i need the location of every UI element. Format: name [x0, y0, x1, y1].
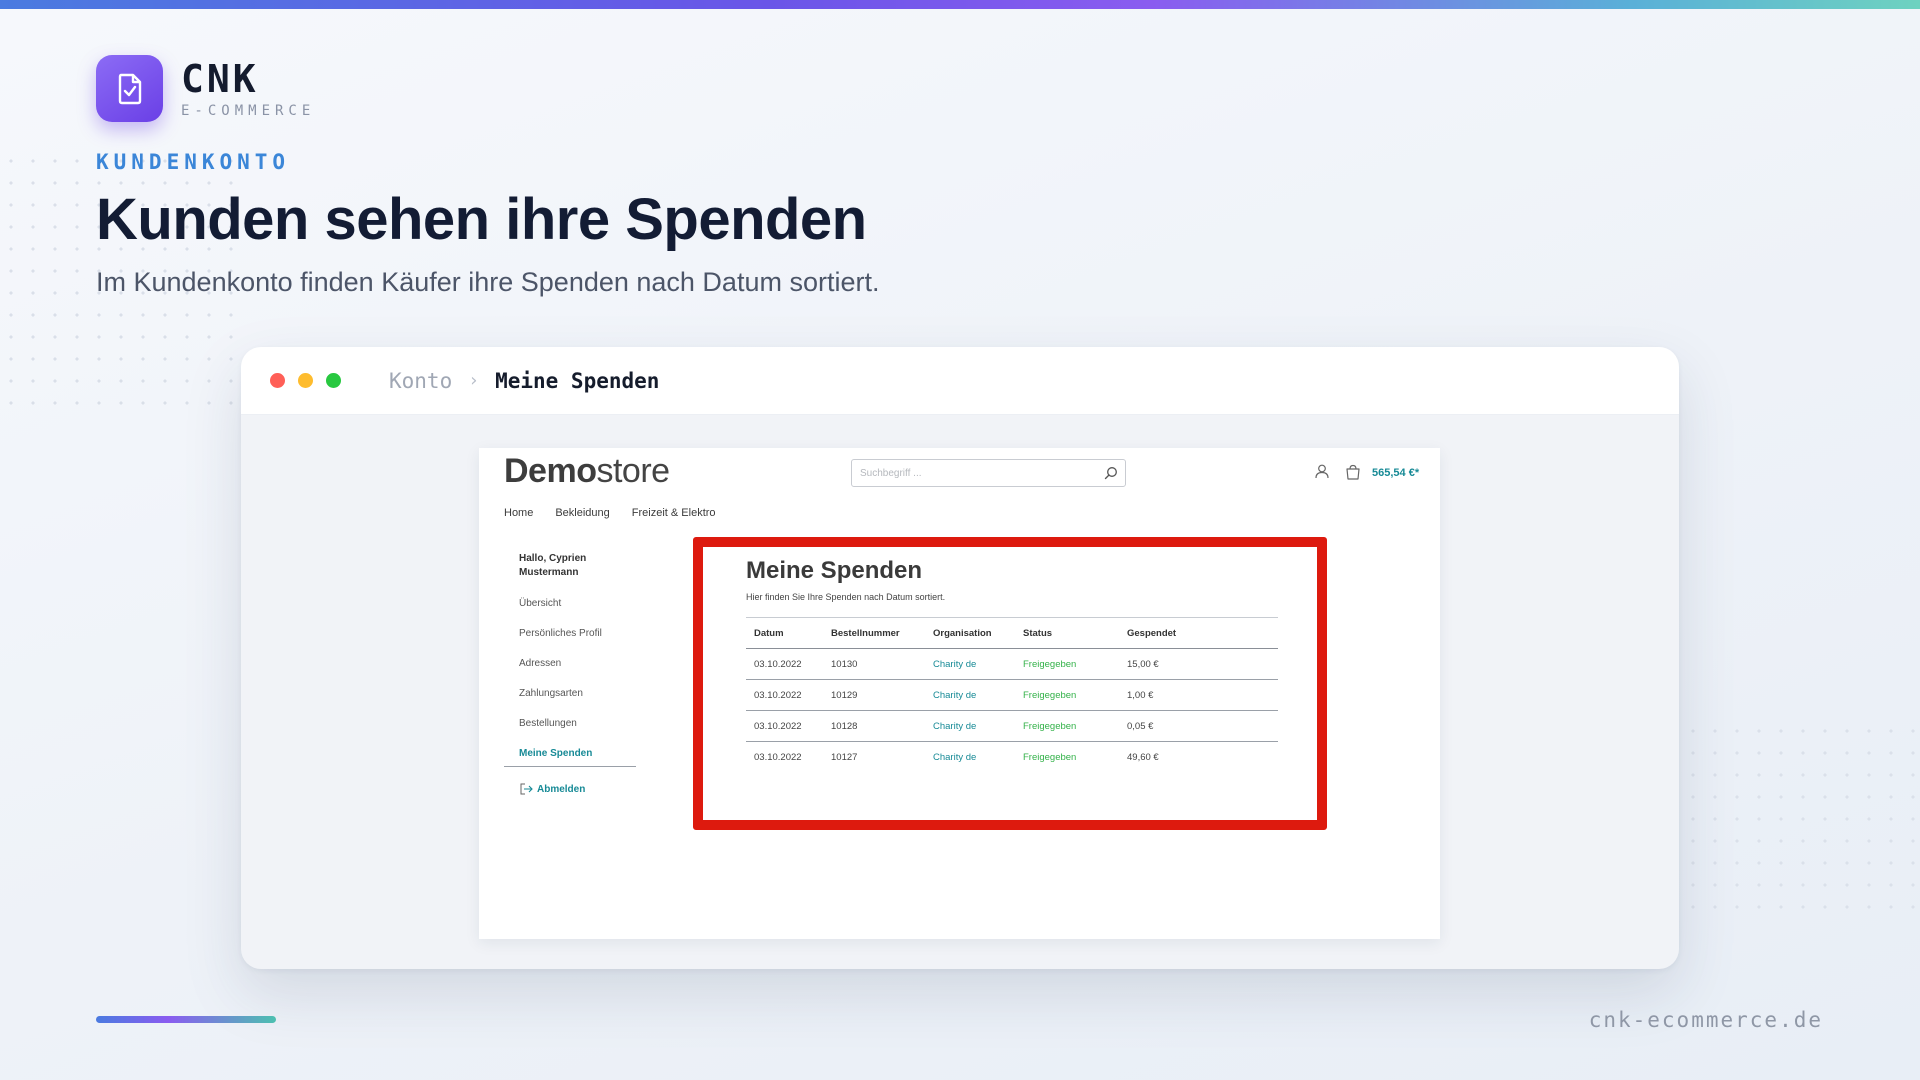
- page-title: Kunden sehen ihre Spenden: [96, 187, 867, 252]
- browser-window: Konto › Meine Spenden Demostore 565,54 €…: [241, 347, 1679, 969]
- cell-datum: 03.10.2022: [746, 648, 823, 680]
- column-header-organisation: Organisation: [925, 617, 1015, 649]
- cell-organisation-link[interactable]: Charity de: [925, 742, 1015, 773]
- breadcrumb: Konto › Meine Spenden: [389, 369, 659, 393]
- shop-logo-bold: Demo: [504, 452, 597, 490]
- column-header-datum: Datum: [746, 617, 823, 649]
- donations-subtitle: Hier finden Sie Ihre Spenden nach Datum …: [746, 592, 946, 602]
- table-row: 03.10.2022 10130 Charity de Freigegeben …: [746, 648, 1278, 680]
- cell-status: Freigegeben: [1015, 679, 1119, 711]
- breadcrumb-current: Meine Spenden: [495, 368, 660, 393]
- cell-status: Freigegeben: [1023, 751, 1077, 763]
- cell-gespendet: 0,05 €: [1119, 710, 1278, 742]
- logout-icon: [520, 783, 533, 795]
- breadcrumb-konto[interactable]: Konto: [389, 369, 452, 393]
- column-header-bestellnummer: Bestellnummer: [823, 617, 925, 649]
- nav-item-freizeit-elektro[interactable]: Freizeit & Elektro: [632, 507, 716, 519]
- cell-gespendet: 15,00 €: [1119, 648, 1278, 680]
- footer-gradient-bar: [96, 1016, 276, 1023]
- cell-bestellnummer: 10130: [823, 648, 925, 680]
- shop-page: Demostore 565,54 €* Home Bekleidung Frei…: [479, 448, 1440, 939]
- cell-status: Freigegeben: [1015, 648, 1119, 680]
- table-header-row: Datum Bestellnummer Organisation Status …: [746, 617, 1278, 649]
- brand-name: CNK: [181, 56, 259, 101]
- close-window-dot[interactable]: [270, 373, 285, 388]
- search-icon[interactable]: [1104, 466, 1118, 485]
- window-titlebar: Konto › Meine Spenden: [241, 347, 1679, 415]
- nav-item-home[interactable]: Home: [504, 507, 533, 519]
- search-input[interactable]: [860, 467, 1090, 479]
- cell-bestellnummer: 10128: [823, 710, 925, 742]
- account-icon[interactable]: [1315, 464, 1329, 484]
- top-gradient-bar: [0, 0, 1920, 9]
- breadcrumb-separator: ›: [468, 370, 480, 391]
- document-check-icon: [96, 55, 163, 122]
- maximize-window-dot[interactable]: [326, 373, 341, 388]
- nav-item-bekleidung[interactable]: Bekleidung: [555, 507, 609, 519]
- cell-status: Freigegeben: [1015, 710, 1119, 742]
- account-link-profil[interactable]: Persönliches Profil: [504, 625, 636, 655]
- cell-organisation-link[interactable]: Charity de: [925, 648, 1015, 680]
- account-sidebar: Hallo, Cyprien Mustermann Übersicht Pers…: [504, 552, 636, 795]
- section-eyebrow: KUNDENKONTO: [96, 150, 291, 174]
- cell-organisation-link[interactable]: Charity de: [925, 710, 1015, 742]
- column-header-status: Status: [1015, 617, 1119, 649]
- donations-table: Datum Bestellnummer Organisation Status …: [746, 617, 1278, 773]
- cell-bestellnummer: 10129: [823, 679, 925, 711]
- table-row: 03.10.2022 10128 Charity de Freigegeben …: [746, 710, 1278, 742]
- brand-tagline: E-COMMERCE: [181, 102, 316, 119]
- footer-url: cnk-ecommerce.de: [1588, 1008, 1823, 1032]
- logout-label: Abmelden: [537, 783, 586, 795]
- account-link-zahlungsarten[interactable]: Zahlungsarten: [504, 685, 636, 715]
- account-link-adressen[interactable]: Adressen: [504, 655, 636, 685]
- cell-datum: 03.10.2022: [746, 710, 823, 742]
- cell-bestellnummer: 10127: [831, 751, 858, 763]
- account-link-meine-spenden[interactable]: Meine Spenden: [504, 745, 636, 767]
- account-link-uebersicht[interactable]: Übersicht: [504, 595, 636, 625]
- brand: CNK E-COMMERCE: [96, 55, 315, 122]
- page-subtitle: Im Kundenkonto finden Käufer ihre Spende…: [96, 267, 880, 297]
- donations-title: Meine Spenden: [746, 557, 923, 584]
- shop-logo[interactable]: Demostore: [504, 452, 670, 491]
- account-link-bestellungen[interactable]: Bestellungen: [504, 715, 636, 745]
- logout-button[interactable]: Abmelden: [504, 783, 636, 795]
- table-row: 03.10.2022 10129 Charity de Freigegeben …: [746, 679, 1278, 711]
- cell-datum: 03.10.2022: [746, 679, 823, 711]
- cart-icon[interactable]: [1345, 464, 1361, 485]
- decorative-dot-grid: [1660, 720, 1920, 920]
- cell-gespendet: 49,60 €: [1127, 751, 1159, 763]
- search-box: [851, 459, 1126, 487]
- cell-organisation-link[interactable]: Charity de: [925, 679, 1015, 711]
- cart-total[interactable]: 565,54 €*: [1372, 467, 1419, 479]
- account-greeting: Hallo, Cyprien Mustermann: [519, 553, 587, 578]
- table-row: 03.10.2022 10127 Charity de Freigegeben …: [746, 742, 1278, 773]
- shop-main-nav: Home Bekleidung Freizeit & Elektro: [504, 507, 738, 519]
- cell-gespendet: 1,00 €: [1119, 679, 1278, 711]
- minimize-window-dot[interactable]: [298, 373, 313, 388]
- shop-logo-light: store: [596, 452, 670, 490]
- cell-datum: 03.10.2022: [754, 751, 802, 763]
- donations-highlight-frame: Meine Spenden Hier finden Sie Ihre Spend…: [693, 537, 1327, 830]
- column-header-gespendet: Gespendet: [1119, 617, 1278, 649]
